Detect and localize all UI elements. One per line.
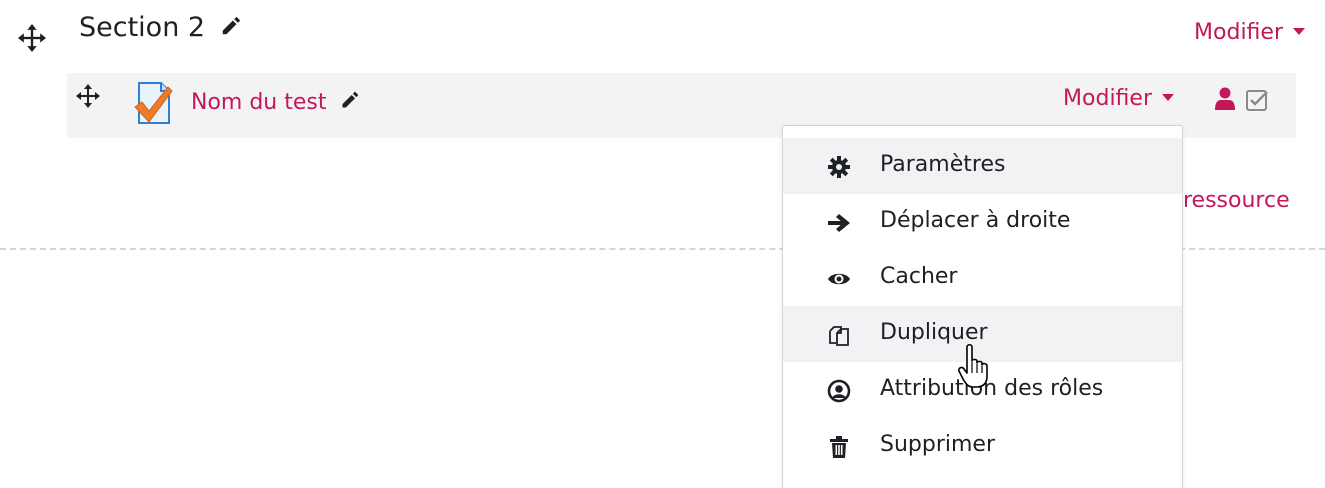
- menu-item-label: Déplacer à droite: [880, 208, 1071, 233]
- pencil-icon[interactable]: [340, 90, 360, 110]
- move-icon[interactable]: [18, 24, 46, 52]
- menu-item-label: Cacher: [880, 264, 958, 289]
- move-icon[interactable]: [76, 84, 100, 108]
- hand-cursor-icon: [958, 343, 988, 388]
- arrow-right-icon: [828, 214, 850, 232]
- caret-down-icon: [1162, 94, 1174, 101]
- copy-icon: [829, 326, 849, 346]
- caret-down-icon: [1293, 28, 1305, 35]
- eye-icon: [828, 273, 850, 285]
- activity-name-text[interactable]: Nom du test: [191, 90, 327, 115]
- menu-item-move-right[interactable]: Déplacer à droite: [783, 194, 1182, 250]
- add-resource-link[interactable]: ressource: [1183, 188, 1290, 213]
- section-title-text: Section 2: [79, 12, 206, 43]
- activity-edit-menu[interactable]: Modifier: [1063, 86, 1174, 111]
- user-circle-icon: [827, 379, 851, 403]
- menu-item-label: Paramètres: [880, 152, 1006, 177]
- activity-action-menu: Paramètres Déplacer à droite Cacher Dupl…: [782, 125, 1183, 488]
- section-edit-menu[interactable]: Modifier: [1194, 20, 1305, 45]
- section-title: Section 2: [79, 12, 242, 43]
- user-icon[interactable]: [1214, 87, 1236, 111]
- activity-edit-label: Modifier: [1063, 86, 1152, 111]
- menu-item-settings[interactable]: Paramètres: [783, 138, 1182, 194]
- section-edit-label: Modifier: [1194, 20, 1283, 45]
- menu-item-delete[interactable]: Supprimer: [783, 418, 1182, 474]
- trash-icon: [830, 436, 848, 458]
- menu-item-hide[interactable]: Cacher: [783, 250, 1182, 306]
- completion-checkbox-icon[interactable]: [1245, 88, 1269, 112]
- menu-item-label: Dupliquer: [880, 320, 988, 345]
- activity-name-link[interactable]: Nom du test: [191, 90, 360, 115]
- gear-icon: [828, 156, 850, 178]
- quiz-icon: [134, 82, 173, 124]
- pencil-icon[interactable]: [220, 15, 242, 37]
- menu-item-label: Supprimer: [880, 432, 996, 457]
